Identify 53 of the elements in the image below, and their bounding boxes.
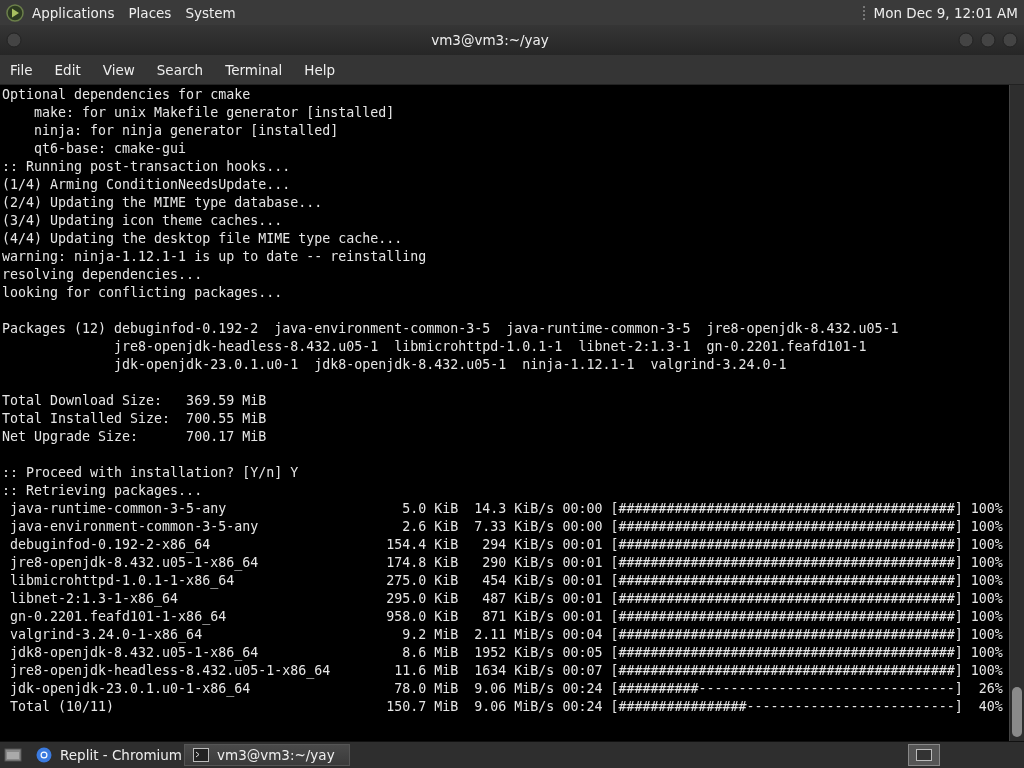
download-progress-line: jdk8-openjdk-8.432.u05-1-x86_64 8.6 MiB 1952 KiB/s 00:05 [##########################################] 100%	[9, 644, 1003, 662]
terminal-line: resolving dependencies...	[2, 266, 203, 284]
menu-item[interactable]: File	[10, 61, 33, 78]
terminal-line: jdk-openjdk-23.0.1.u0-1 jdk8-openjdk-8.432.u05-1 ninja-1.12.1-1 valgrind-3.24.0-1	[113, 356, 787, 374]
workspace-switcher[interactable]	[908, 744, 940, 766]
browser-icon	[36, 747, 52, 763]
terminal-line: Optional dependencies for cmake	[2, 86, 251, 104]
download-progress-line: jdk-openjdk-23.0.1.u0-1-x86_64 78.0 MiB 9.06 MiB/s 00:24 [##########--------------------------------] 26%	[9, 680, 1003, 698]
scrollbar[interactable]	[1009, 85, 1024, 741]
download-progress-line: java-environment-common-3-5-any 2.6 KiB 7.33 KiB/s 00:00 [##########################################] 100%	[9, 518, 1003, 536]
play-logo-icon[interactable]	[6, 3, 24, 22]
download-progress-line: jre8-openjdk-headless-8.432.u05-1-x86_64 11.6 MiB 1634 KiB/s 00:07 [##########################################] 100%	[9, 662, 1003, 680]
terminal-line: :: Retrieving packages...	[2, 482, 203, 500]
terminal-line: make: for unix Makefile generator [installed]	[33, 104, 395, 122]
terminal-line: Total Download Size: 369.59 MiB	[2, 392, 267, 410]
terminal-line: Net Upgrade Size: 700.17 MiB	[2, 428, 267, 446]
download-progress-line: valgrind-3.24.0-1-x86_64 9.2 MiB 2.11 MiB/s 00:04 [##########################################] 100%	[9, 626, 1003, 644]
window-icon	[916, 749, 932, 761]
terminal-line: (2/4) Updating the MIME type database...	[2, 194, 323, 212]
clock[interactable]: Mon Dec 9, 12:01 AM	[873, 4, 1018, 21]
menu-item[interactable]: View	[102, 61, 135, 78]
download-progress-line: libnet-2:1.3-1-x86_64 295.0 KiB 487 KiB/s 00:01 [##########################################] 100%	[9, 590, 1003, 608]
terminal-line: looking for conflicting packages...	[2, 284, 283, 302]
download-progress-line: libmicrohttpd-1.0.1-1-x86_64 275.0 KiB 454 KiB/s 00:01 [##########################################] 100%	[9, 572, 1003, 590]
download-progress-line: debuginfod-0.192-2-x86_64 154.4 KiB 294 KiB/s 00:01 [##########################################] 100%	[9, 536, 1003, 554]
terminal-line: ninja: for ninja generator [installed]	[33, 122, 339, 140]
terminal-line: :: Proceed with installation? [Y/n] Y	[2, 464, 299, 482]
menu-item[interactable]: Search	[156, 61, 204, 78]
terminal-line: Packages (12) debuginfod-0.192-2 java-environment-common-3-5 java-runtime-common-3-5 jre8-openjdk-8.432.u05-1	[2, 320, 899, 338]
download-progress-line: java-runtime-common-3-5-any 5.0 KiB 14.3 KiB/s 00:00 [##########################################] 100%	[9, 500, 1003, 518]
panel-menu[interactable]: Places	[128, 4, 180, 21]
download-progress-line: gn-0.2201.feafd101-1-x86_64 958.0 KiB 871 KiB/s 00:01 [##########################################] 100%	[9, 608, 1003, 626]
terminal-line: :: Running post-transaction hooks...	[2, 158, 291, 176]
scrollbar-thumb[interactable]	[1012, 687, 1022, 737]
terminal-line: Total Installed Size: 700.55 MiB	[2, 410, 267, 428]
terminal-line: qt6-base: cmake-gui	[33, 140, 187, 158]
taskbar-button[interactable]: vm3@vm3:~/yay	[184, 744, 350, 766]
menu-item[interactable]: Terminal	[225, 61, 283, 78]
download-progress-line: Total (10/11) 150.7 MiB 9.06 MiB/s 00:24 [################--------------------------] 40%	[9, 698, 1003, 716]
menu-item[interactable]: Help	[304, 61, 336, 78]
terminal-line: (3/4) Updating icon theme caches...	[2, 212, 283, 230]
menu-item[interactable]: Edit	[54, 61, 81, 78]
panel-menu[interactable]: Applications	[32, 4, 123, 21]
show-desktop-icon[interactable]	[4, 747, 22, 763]
handle-icon	[862, 3, 866, 22]
terminal-line: warning: ninja-1.12.1-1 is up to date -- reinstalling	[2, 248, 427, 266]
terminal-line: jre8-openjdk-headless-8.432.u05-1 libmicrohttpd-1.0.1-1 libnet-2:1.3-1 gn-0.2201.feafd101-1	[113, 338, 867, 356]
terminal-icon	[193, 748, 209, 762]
window-title: vm3@vm3:~/yay	[430, 32, 550, 48]
terminal-line: (4/4) Updating the desktop file MIME type cache...	[2, 230, 403, 248]
panel-menu[interactable]: System	[185, 4, 244, 21]
download-progress-line: jre8-openjdk-8.432.u05-1-x86_64 174.8 KiB 290 KiB/s 00:01 [##########################################] 100%	[9, 554, 1003, 572]
terminal-line: (1/4) Arming ConditionNeedsUpdate...	[2, 176, 291, 194]
